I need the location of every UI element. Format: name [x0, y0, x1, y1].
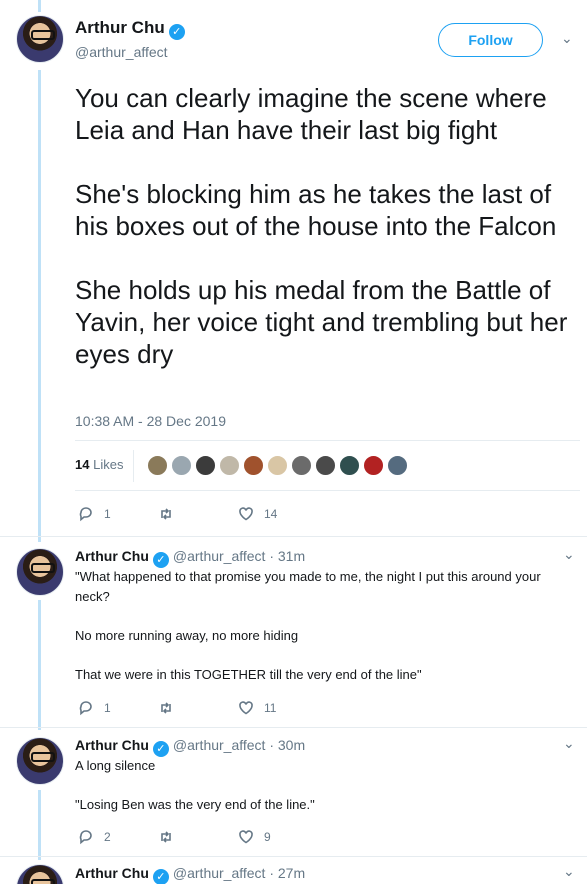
liker-avatar[interactable] — [243, 455, 264, 476]
like-button[interactable]: 9 — [238, 829, 318, 845]
reply-icon — [79, 701, 92, 716]
tweet-timestamp[interactable]: 10:38 AM - 28 Dec 2019 — [75, 413, 226, 429]
reply-author[interactable]: Arthur Chu ✓ @arthur_affect · 27m — [75, 865, 305, 884]
liker-avatar[interactable] — [315, 455, 336, 476]
chevron-down-icon[interactable]: ⌄ — [563, 735, 575, 752]
retweet-button[interactable] — [158, 700, 238, 716]
likes-count[interactable]: 14 Likes — [75, 457, 123, 472]
avatar[interactable] — [16, 548, 64, 596]
avatar[interactable] — [16, 15, 64, 63]
avatar[interactable] — [16, 737, 64, 785]
reply-count: 1 — [104, 701, 111, 715]
thread-line-top — [38, 0, 41, 12]
likes-number: 14 — [75, 457, 90, 472]
heart-icon — [239, 830, 253, 844]
reply-count: 1 — [104, 507, 111, 521]
author-handle[interactable]: @arthur_affect — [75, 44, 168, 60]
divider — [0, 856, 587, 857]
liker-avatar[interactable] — [195, 455, 216, 476]
avatar[interactable] — [16, 864, 64, 884]
reply-author[interactable]: Arthur Chu ✓ @arthur_affect · 30m — [75, 737, 305, 757]
liker-avatar[interactable] — [267, 455, 288, 476]
liker-avatar[interactable] — [171, 455, 192, 476]
reply-text: A long silence "Losing Ben was the very … — [75, 758, 315, 812]
reply-actions: 2 9 — [78, 829, 318, 845]
reply-handle-time[interactable]: @arthur_affect · 31m — [173, 548, 305, 564]
divider — [75, 440, 580, 441]
reply-actions: 1 11 — [78, 700, 318, 716]
reply-count: 2 — [104, 830, 111, 844]
reply-text: "What happened to that promise you made … — [75, 569, 541, 682]
like-count: 11 — [264, 701, 277, 715]
divider — [0, 536, 587, 537]
liker-avatar[interactable] — [363, 455, 384, 476]
like-count: 9 — [264, 830, 271, 844]
like-count: 14 — [264, 507, 278, 521]
chevron-down-icon[interactable]: ⌄ — [563, 546, 575, 563]
reply-icon — [79, 830, 92, 845]
verified-badge-icon: ✓ — [152, 552, 169, 568]
like-button[interactable]: 11 — [238, 700, 318, 716]
reply-author[interactable]: Arthur Chu ✓ @arthur_affect · 31m — [75, 548, 305, 568]
liker-avatar[interactable] — [219, 455, 240, 476]
reply-button[interactable]: 2 — [78, 829, 158, 845]
heart-icon — [239, 507, 253, 521]
thread-line-reply-2 — [38, 790, 41, 860]
reply-author-name[interactable]: Arthur Chu — [75, 737, 149, 753]
retweet-button[interactable] — [158, 506, 238, 522]
likes-label: Likes — [93, 457, 124, 472]
follow-button[interactable]: Follow — [438, 23, 543, 57]
heart-icon — [239, 701, 253, 715]
reply-author-name[interactable]: Arthur Chu — [75, 865, 149, 881]
thread-line-reply-1 — [38, 600, 41, 730]
divider — [133, 450, 134, 482]
retweet-icon — [161, 508, 171, 520]
retweet-icon — [161, 831, 171, 843]
reply-author-name[interactable]: Arthur Chu — [75, 548, 149, 564]
verified-badge-icon: ✓ — [152, 869, 169, 884]
liker-avatar[interactable] — [291, 455, 312, 476]
liker-avatar[interactable] — [339, 455, 360, 476]
likers-avatars — [147, 455, 408, 476]
thread-line-main — [38, 70, 41, 542]
reply-handle-time[interactable]: @arthur_affect · 27m — [173, 865, 305, 881]
retweet-button[interactable] — [158, 829, 238, 845]
verified-badge-icon: ✓ — [168, 24, 185, 40]
reply-handle-time[interactable]: @arthur_affect · 30m — [173, 737, 305, 753]
reply-icon — [79, 507, 92, 522]
chevron-down-icon[interactable]: ⌄ — [563, 863, 575, 880]
tweet-text: You can clearly imagine the scene where … — [75, 83, 568, 369]
divider — [75, 490, 580, 491]
divider — [0, 727, 587, 728]
liker-avatar[interactable] — [387, 455, 408, 476]
like-button[interactable]: 14 — [238, 506, 318, 522]
tweet-actions: 1 14 — [78, 506, 318, 522]
author-name-text[interactable]: Arthur Chu — [75, 18, 165, 37]
liker-avatar[interactable] — [147, 455, 168, 476]
reply-button[interactable]: 1 — [78, 700, 158, 716]
author-name[interactable]: Arthur Chu ✓ — [75, 18, 185, 40]
chevron-down-icon[interactable]: ⌄ — [561, 30, 573, 47]
reply-button[interactable]: 1 — [78, 506, 158, 522]
retweet-icon — [161, 702, 171, 714]
verified-badge-icon: ✓ — [152, 741, 169, 757]
